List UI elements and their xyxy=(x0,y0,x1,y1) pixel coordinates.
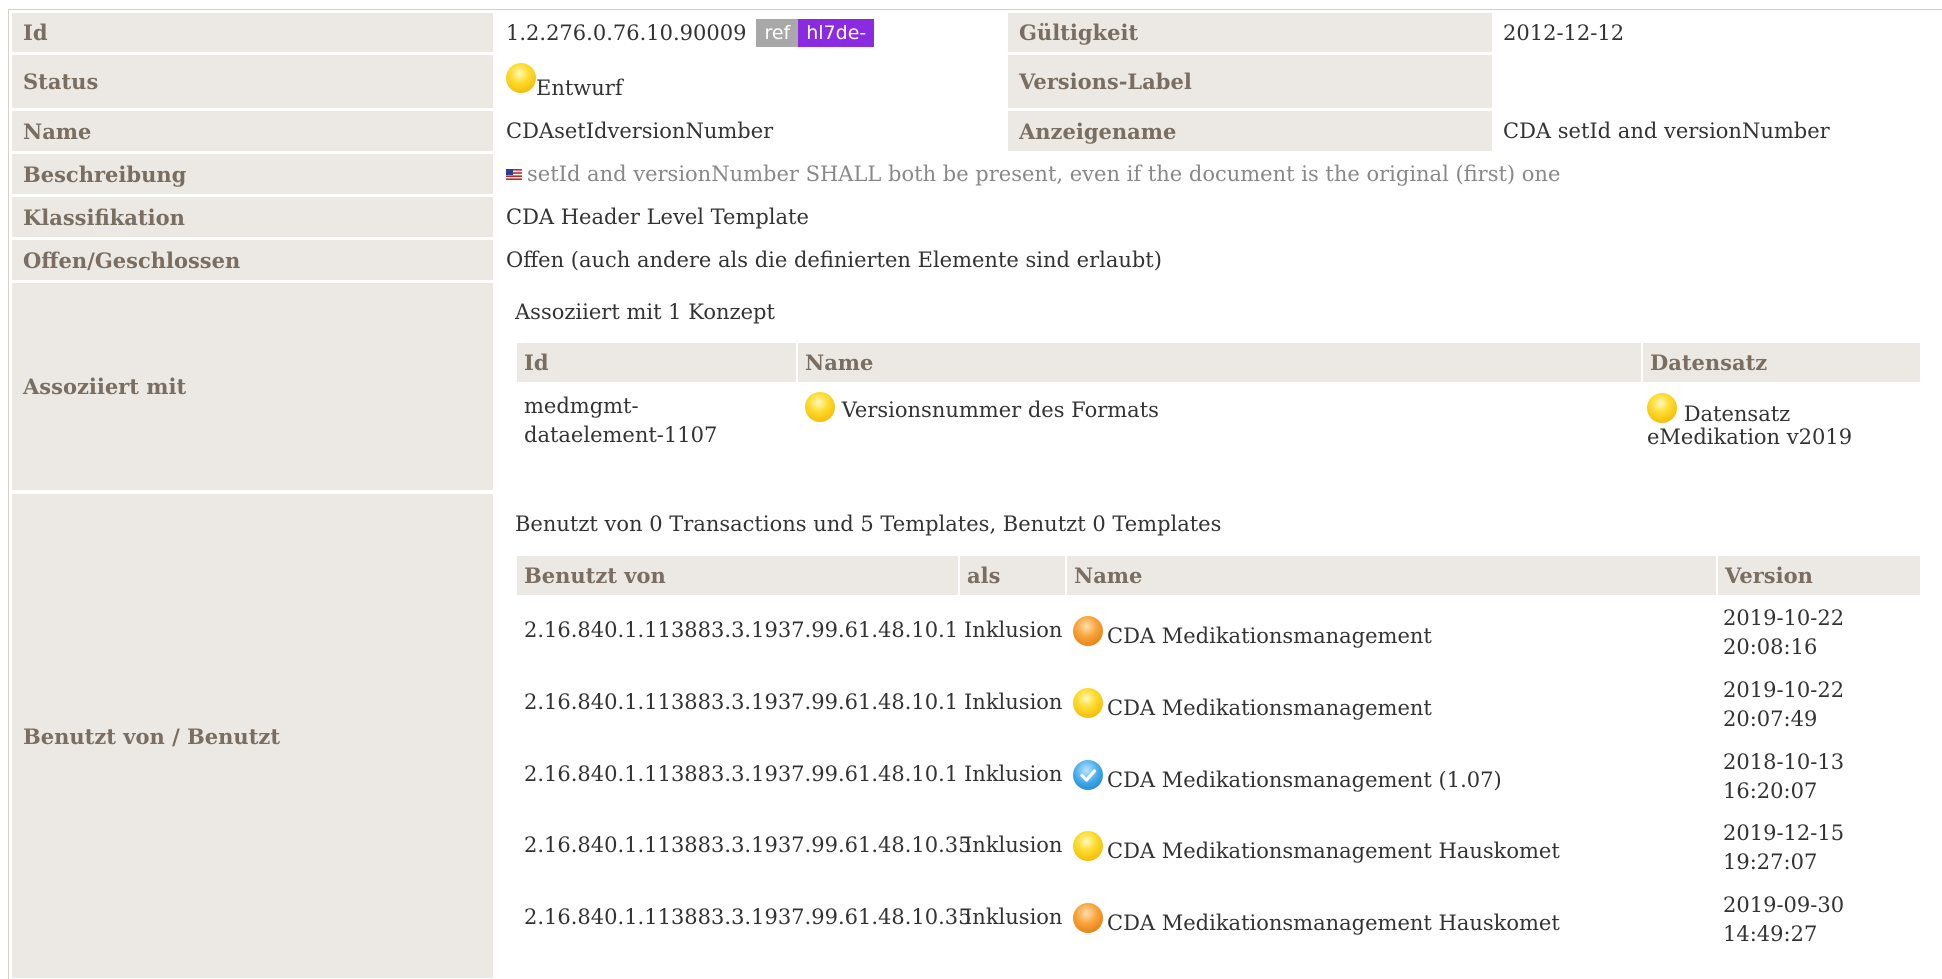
used-by-oid[interactable]: 2.16.840.1.113883.3.1937.99.61.48.10.35 xyxy=(524,833,972,857)
assoc-name-cell[interactable]: Versionsnummer des Formats xyxy=(805,392,1159,422)
status-draft-yellow-icon xyxy=(506,62,536,93)
name-value: CDAsetIdversionNumber xyxy=(506,119,774,143)
description-value: setId and versionNumber SHALL both be pr… xyxy=(527,162,1561,186)
used-by-label: Benutzt von / Benutzt xyxy=(12,494,493,978)
used-by-as: Inklusion xyxy=(964,690,1063,714)
used-header-name: Name xyxy=(1067,556,1716,595)
used-by-oid[interactable]: 2.16.840.1.113883.3.1937.99.61.48.10.1 xyxy=(524,618,958,642)
id-label: Id xyxy=(12,13,493,52)
assoc-header-id: Id xyxy=(517,343,796,382)
id-value-cell: 1.2.276.0.76.10.90009 ref hl7de- xyxy=(506,13,875,52)
status-draft-yellow-icon xyxy=(805,392,835,422)
status-draft-yellow-icon xyxy=(1647,392,1677,423)
description-value-cell: setId and versionNumber SHALL both be pr… xyxy=(506,154,1560,194)
validity-label: Gültigkeit xyxy=(1008,13,1492,52)
classification-label: Klassifikation xyxy=(12,197,493,237)
used-by-as: Inklusion xyxy=(964,833,1063,857)
version-label-label: Versions-Label xyxy=(1008,55,1492,108)
used-by-name-cell[interactable]: CDA Medikationsmanagement xyxy=(1073,616,1432,648)
used-by-name: CDA Medikationsmanagement xyxy=(1107,695,1432,720)
used-by-name-cell[interactable]: CDA Medikationsmanagement Hauskomet xyxy=(1073,831,1560,863)
used-by-name: CDA Medikationsmanagement Hauskomet xyxy=(1107,838,1560,863)
used-by-as: Inklusion xyxy=(964,618,1063,642)
status-orange-icon xyxy=(1073,616,1103,646)
used-by-name-cell[interactable]: CDA Medikationsmanagement Hauskomet xyxy=(1073,903,1560,935)
description-label: Beschreibung xyxy=(12,154,493,194)
status-label: Status xyxy=(12,55,493,108)
used-by-name: CDA Medikationsmanagement Hauskomet xyxy=(1107,910,1560,935)
prefix-badge[interactable]: hl7de- xyxy=(798,18,875,47)
status-value-cell: Entwurf xyxy=(506,55,623,108)
used-by-summary: Benutzt von 0 Transactions und 5 Templat… xyxy=(515,512,1222,536)
id-value: 1.2.276.0.76.10.90009 xyxy=(506,20,747,45)
used-by-version: 2019-12-15 19:27:07 xyxy=(1723,821,1845,874)
validity-value: 2012-12-12 xyxy=(1503,20,1625,45)
used-by-as: Inklusion xyxy=(964,762,1063,786)
used-header-version: Version xyxy=(1718,556,1920,595)
assoc-dataset-cell[interactable]: Datensatz eMedikation v2019 xyxy=(1647,392,1852,452)
used-by-version: 2019-10-22 20:08:16 xyxy=(1723,606,1845,659)
used-header-used-by: Benutzt von xyxy=(517,556,958,595)
used-by-name: CDA Medikationsmanagement (1.07) xyxy=(1107,767,1502,792)
status-value: Entwurf xyxy=(536,75,623,100)
associated-summary: Assoziiert mit 1 Konzept xyxy=(515,300,775,324)
used-by-name: CDA Medikationsmanagement xyxy=(1107,623,1432,648)
used-by-as: Inklusion xyxy=(964,905,1063,929)
status-yellow-icon xyxy=(1073,831,1103,861)
status-orange-icon xyxy=(1073,903,1103,933)
used-header-as: als xyxy=(960,556,1065,595)
name-label: Name xyxy=(12,111,493,151)
classification-value: CDA Header Level Template xyxy=(506,205,809,229)
used-by-name-cell[interactable]: CDA Medikationsmanagement xyxy=(1073,688,1432,720)
used-by-oid[interactable]: 2.16.840.1.113883.3.1937.99.61.48.10.1 xyxy=(524,762,958,786)
display-name-label: Anzeigename xyxy=(1008,111,1492,151)
used-by-version: 2019-09-30 14:49:27 xyxy=(1723,893,1845,946)
open-closed-value: Offen (auch andere als die definierten E… xyxy=(506,248,1162,272)
assoc-header-name: Name xyxy=(798,343,1641,382)
status-yellow-icon xyxy=(1073,688,1103,718)
associated-label: Assoziiert mit xyxy=(12,283,493,490)
used-by-version: 2019-10-22 20:07:49 xyxy=(1723,678,1845,731)
used-by-oid[interactable]: 2.16.840.1.113883.3.1937.99.61.48.10.1 xyxy=(524,690,958,714)
assoc-header-dataset: Datensatz xyxy=(1643,343,1920,382)
display-name-value: CDA setId and versionNumber xyxy=(1503,119,1830,143)
assoc-name: Versionsnummer des Formats xyxy=(841,397,1159,422)
used-by-version: 2018-10-13 16:20:07 xyxy=(1723,750,1845,803)
used-by-oid[interactable]: 2.16.840.1.113883.3.1937.99.61.48.10.35 xyxy=(524,905,972,929)
assoc-id: medmgmt- dataelement-1107 xyxy=(524,394,718,447)
status-blue-icon xyxy=(1073,760,1103,790)
us-flag-icon xyxy=(506,168,522,180)
open-closed-label: Offen/Geschlossen xyxy=(12,240,493,280)
used-by-name-cell[interactable]: CDA Medikationsmanagement (1.07) xyxy=(1073,760,1502,792)
ref-badge[interactable]: ref xyxy=(756,18,799,47)
